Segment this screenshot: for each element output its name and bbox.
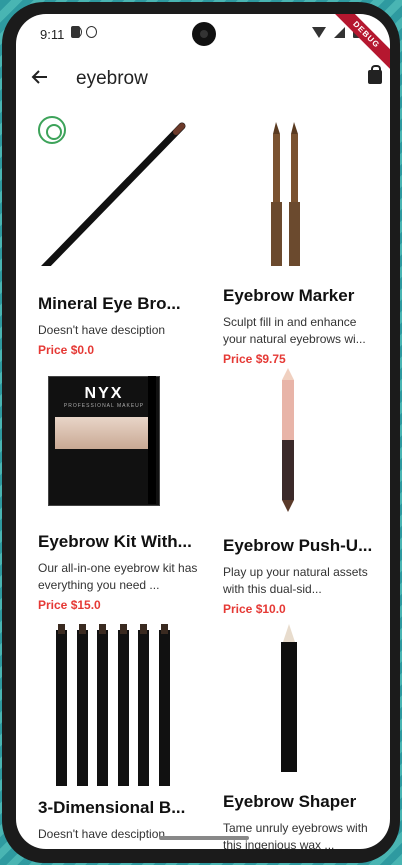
kit-brand-logo: NYX (84, 385, 124, 402)
status-time: 9:11 (40, 27, 65, 42)
status-bar: 9:11 DEBUG (16, 14, 390, 74)
product-description: Sculpt fill in and enhance your natural … (223, 315, 366, 346)
app-screen: 9:11 DEBUG eyebrow Mineral Eye Bro... Do… (16, 14, 390, 849)
product-description: Doesn't have desciption (38, 323, 166, 337)
product-image (223, 116, 383, 266)
product-image (223, 622, 383, 772)
product-description: Doesn't have desciption (38, 827, 166, 841)
product-price: Price $0.0 (38, 343, 95, 357)
product-name: Eyebrow Kit With... (38, 532, 192, 551)
signal-icon (334, 26, 345, 38)
product-card[interactable]: Eyebrow Marker Sculpt fill in and enhanc… (223, 116, 383, 366)
status-notification-icons (71, 26, 97, 38)
back-arrow-icon[interactable] (30, 66, 58, 94)
page-title: eyebrow (76, 68, 148, 89)
home-indicator[interactable] (159, 836, 249, 840)
product-card[interactable]: Eyebrow Push-U... Play up your natural a… (223, 366, 383, 616)
front-camera (192, 22, 216, 46)
product-name: Eyebrow Marker (223, 286, 355, 305)
phone-frame: 9:11 DEBUG eyebrow Mineral Eye Bro... Do… (2, 2, 400, 863)
product-card[interactable]: Mineral Eye Bro... Doesn't have descipti… (38, 116, 198, 357)
shield-icon (86, 26, 97, 38)
wifi-icon (312, 26, 326, 38)
app-bar: eyebrow (16, 60, 390, 100)
product-name: Mineral Eye Bro... (38, 294, 181, 313)
product-image (223, 366, 383, 516)
kit-eyes-photo (55, 417, 153, 449)
product-price: Price $9.75 (223, 352, 286, 366)
product-card[interactable]: NYX PROFESSIONAL MAKEUP Eyebrow Kit With… (38, 376, 198, 612)
product-card[interactable]: 3-Dimensional B... Doesn't have descipti… (38, 622, 198, 843)
product-price: Price $15.0 (38, 598, 101, 612)
product-name: 3-Dimensional B... (38, 798, 186, 817)
product-description: Play up your natural assets with this du… (223, 565, 368, 596)
product-description: Tame unruly eyebrows with this ingenious… (223, 821, 368, 849)
product-description: Our all-in-one eyebrow kit has everythin… (38, 561, 198, 592)
product-name: Eyebrow Shaper (223, 792, 357, 811)
shopping-bag-icon[interactable] (368, 65, 382, 84)
product-card[interactable]: Eyebrow Shaper Tame unruly eyebrows with… (223, 622, 383, 849)
kit-brand-subtitle: PROFESSIONAL MAKEUP (63, 403, 145, 409)
kit-clasp (148, 376, 156, 504)
kit-box: NYX PROFESSIONAL MAKEUP (48, 376, 160, 506)
product-name: Eyebrow Push-U... (223, 536, 373, 555)
product-price: Price $10.0 (223, 602, 286, 616)
product-image (38, 622, 198, 786)
sd-card-icon (71, 26, 80, 38)
product-image: NYX PROFESSIONAL MAKEUP (38, 376, 198, 506)
product-image (38, 116, 198, 266)
